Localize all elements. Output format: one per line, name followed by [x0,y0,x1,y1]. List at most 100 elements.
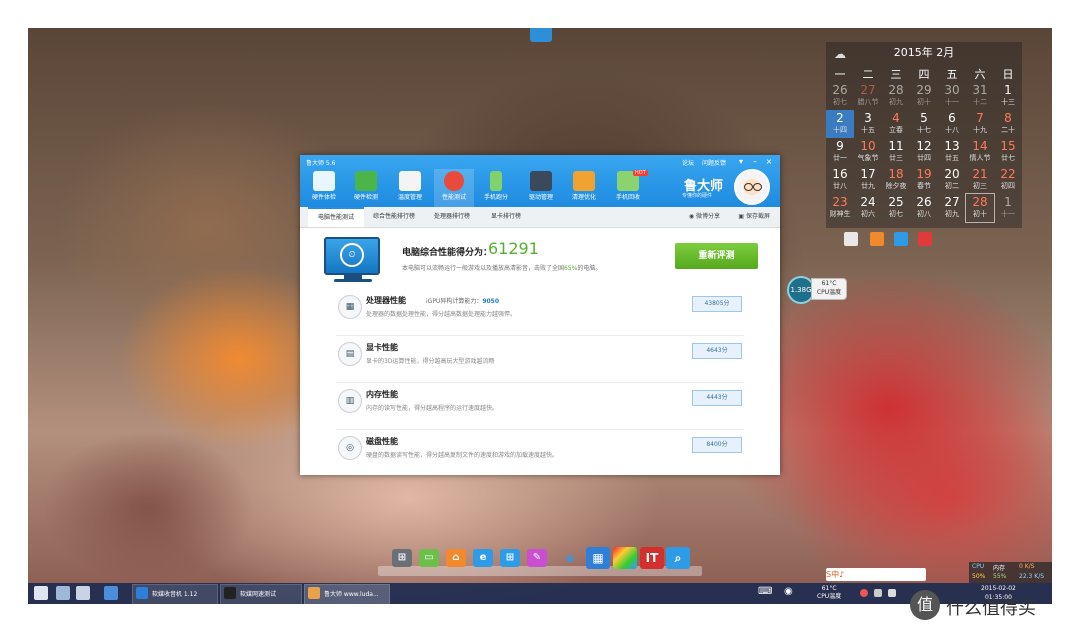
dock-store-icon[interactable]: ⌂ [446,549,466,567]
hot-badge: HOT [633,170,648,176]
minimize-button[interactable]: – [750,157,760,166]
calendar-day[interactable]: 24 初六 [854,194,882,222]
cpu-temp-label: CPU温度 [816,289,842,296]
calendar-day[interactable]: 21 初三 [966,166,994,194]
calendar-day[interactable]: 14 情人节 [966,138,994,166]
calendar-day[interactable]: 26 初八 [910,194,938,222]
cpu-performance-row: ▦ 处理器性能 iGPU异构计算能力：9050 处理器的数据处理性能，得分越高数… [336,289,744,336]
calendar-day[interactable]: 31 十二 [966,82,994,110]
score-label: 电脑综合性能得分为： [402,248,493,258]
calendar-widget: ☁ 2015年 2月 一二三四五六日 26 初七 27 腊八节 28 初九 29 初十 30 十一 3… [826,42,1022,246]
calendar-day[interactable]: 1 十一 [994,194,1022,222]
calendar-ie-icon[interactable] [894,232,908,246]
calendar-day[interactable]: 30 十一 [938,82,966,110]
tray-icon-2[interactable] [874,589,882,597]
mouse-icon[interactable]: ◉ [784,586,798,600]
calendar-day[interactable]: 2 十四 [826,110,854,138]
tab-overall-ranking[interactable]: 综合性能排行榜 [366,207,422,227]
dock-ie-big-icon[interactable]: e [558,547,582,569]
quicklaunch-icon-3[interactable] [104,586,118,600]
dock-store-big-icon[interactable]: ▦ [586,547,610,569]
calendar-day[interactable]: 16 廿八 [826,166,854,194]
calendar-day[interactable]: 5 十七 [910,110,938,138]
calendar-weekday: 五 [946,68,958,81]
tab-cpu-ranking[interactable]: 处理器排行榜 [426,207,478,227]
save-screenshot-button[interactable]: ▣ 保存截屏 [738,207,770,227]
calendar-red-icon[interactable] [918,232,932,246]
calendar-orange-icon[interactable] [870,232,884,246]
tool-hardware-detect[interactable]: 硬件检测 [346,169,386,207]
forum-link[interactable]: 论坛 [682,160,694,167]
calendar-day[interactable]: 28 初九 [882,82,910,110]
close-button[interactable]: × [764,157,774,166]
gpu-score-button[interactable]: 4643分 [692,343,742,359]
task-speedtest[interactable]: 软媒网速测试 [220,584,302,605]
quicklaunch-icon-2[interactable] [76,586,90,600]
tray-icon-1[interactable] [860,589,868,597]
calendar-day[interactable]: 22 初四 [994,166,1022,194]
tab-gpu-ranking[interactable]: 显卡排行榜 [484,207,528,227]
calendar-day[interactable]: 23 财神生 [826,194,854,222]
calendar-day[interactable]: 12 廿四 [910,138,938,166]
disk-score-button[interactable]: 8400分 [692,437,742,453]
calendar-day[interactable]: 7 十九 [966,110,994,138]
dock-tools-icon[interactable]: ✎ [527,549,547,567]
tool-temperature[interactable]: 温度管理 [390,169,430,207]
calendar-day[interactable]: 29 初十 [910,82,938,110]
tray-network-icon[interactable] [888,589,896,597]
feedback-link[interactable]: 问题反馈 [702,160,726,167]
sogou-ime-bar[interactable]: S中♪ [826,568,926,581]
tray-cpu-temp[interactable]: 61°C CPU温度 [817,585,841,601]
calendar-day[interactable]: 10 气象节 [854,138,882,166]
retest-button[interactable]: 重新评测 [675,243,758,269]
dock-colorful-icon[interactable] [613,547,637,569]
broom-icon [573,171,595,191]
weibo-share-button[interactable]: ◉ 微博分享 [689,207,720,227]
tool-phone-benchmark[interactable]: 手机跑分 [476,169,516,207]
dock-windows-icon[interactable]: ⊞ [500,549,520,567]
calendar-day[interactable]: 26 初七 [826,82,854,110]
dock-folder-icon[interactable]: ▭ [419,549,439,567]
tool-hardware-checkup[interactable]: 硬件体检 [304,169,344,207]
dock-ithome-icon[interactable]: IT [640,547,664,569]
task-ludashi[interactable]: 鲁大师 www.luda... [304,584,390,605]
dock-start-icon[interactable]: ⊞ [392,549,412,567]
monitor-icon [313,171,335,191]
tab-pc-performance[interactable]: 电脑性能测试 [308,207,364,227]
tool-performance-test[interactable]: 性能测试 [434,169,474,207]
title-links: 论坛 问题反馈 [676,158,726,167]
calendar-day[interactable]: 18 除夕夜 [882,166,910,194]
calendar-day[interactable]: 4 立春 [882,110,910,138]
calendar-day[interactable]: 17 廿九 [854,166,882,194]
memory-score-button[interactable]: 4443分 [692,390,742,406]
calendar-day[interactable]: 9 廿一 [826,138,854,166]
calendar-day[interactable]: 15 廿七 [994,138,1022,166]
calendar-note-icon[interactable] [844,232,858,246]
calendar-day[interactable]: 11 廿三 [882,138,910,166]
calendar-day[interactable]: 20 初二 [938,166,966,194]
calendar-day[interactable]: 25 初七 [882,194,910,222]
menu-icon[interactable]: ▾ [736,157,746,166]
cpu-score-button[interactable]: 43805分 [692,296,742,312]
calendar-day[interactable]: 6 十八 [938,110,966,138]
calendar-day[interactable]: 3 十五 [854,110,882,138]
task-radio[interactable]: 软媒收音机 1.12 [132,584,218,605]
tool-cleanup[interactable]: 清理优化 [564,169,604,207]
calendar-day[interactable]: 28 初十 [965,193,995,223]
calendar-day[interactable]: 8 二十 [994,110,1022,138]
cpu-temp-value: 61°C [821,280,837,287]
calendar-day[interactable]: 19 春节 [910,166,938,194]
calendar-day[interactable]: 27 腊八节 [854,82,882,110]
dock-ie-icon[interactable]: e [473,549,493,567]
start-button[interactable] [34,586,48,600]
tool-driver-manager[interactable]: 驱动管理 [521,169,561,207]
top-dock-handle[interactable] [530,28,552,42]
dock-search-icon[interactable]: ⌕ [666,547,690,569]
speedometer-icon [444,171,464,191]
quicklaunch-icon-1[interactable] [56,586,70,600]
calendar-day[interactable]: 27 初九 [938,194,966,222]
calendar-day[interactable]: 1 十三 [994,82,1022,110]
gauge-icon: ⏲ [340,243,364,267]
calendar-day[interactable]: 13 廿五 [938,138,966,166]
keyboard-icon[interactable]: ⌨ [758,586,772,600]
